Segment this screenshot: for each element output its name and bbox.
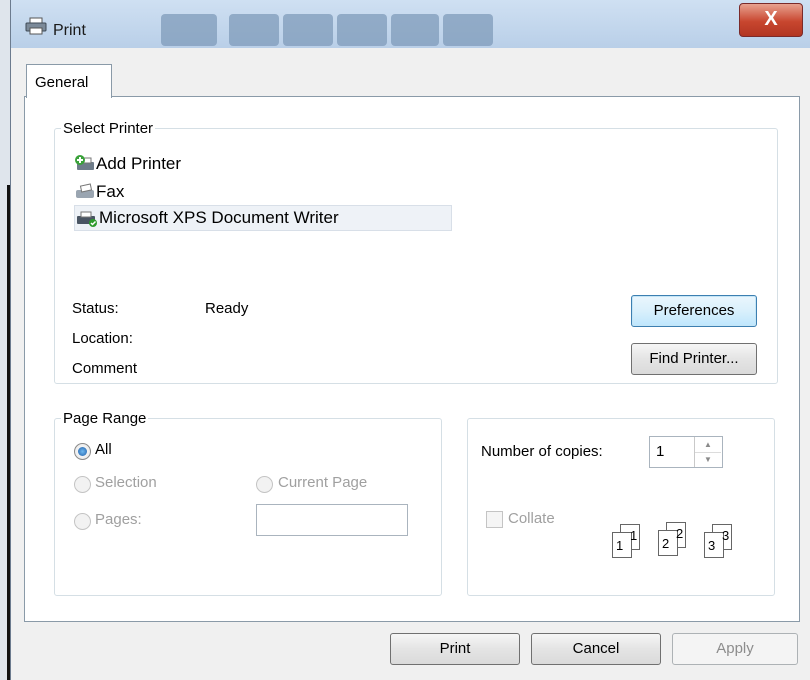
status-value: Ready — [205, 300, 249, 317]
location-label: Location: — [72, 330, 133, 347]
radio-selection-label: Selection — [95, 474, 157, 491]
radio-pages-label: Pages: — [95, 511, 142, 528]
tab-general-label: General — [35, 74, 89, 91]
radio-all-label: All — [95, 441, 112, 458]
printer-item-add-printer[interactable]: Add Printer — [74, 152, 274, 176]
printer-item-xps-document-writer[interactable]: Microsoft XPS Document Writer — [74, 205, 452, 231]
find-printer-button[interactable]: Find Printer... — [631, 343, 757, 375]
close-icon: X — [764, 8, 778, 30]
background-toolbar-blur — [391, 14, 439, 46]
background-toolbar-blur — [229, 14, 279, 46]
spinner-up-icon[interactable]: ▲ — [695, 437, 721, 453]
background-toolbar-blur — [337, 14, 387, 46]
select-printer-legend: Select Printer — [63, 120, 154, 137]
collate-page-number: 1 — [630, 528, 638, 543]
background-toolbar-blur — [161, 14, 217, 46]
collate-page-number: 2 — [676, 526, 684, 541]
title-bar[interactable]: Print X — [11, 0, 810, 48]
close-button[interactable]: X — [739, 3, 803, 37]
window-title: Print — [53, 22, 86, 39]
collate-page-stack-icon: 1 1 — [610, 524, 640, 558]
fax-icon — [74, 183, 96, 206]
collate-page-number: 3 — [722, 528, 730, 543]
collate-page-number: 1 — [616, 538, 624, 553]
background-toolbar-blur — [443, 14, 493, 46]
radio-current-page-label: Current Page — [278, 474, 368, 491]
print-button[interactable]: Print — [390, 633, 520, 665]
copies-spinner-arrows: ▲ ▼ — [694, 437, 721, 467]
collate-illustration: 1 1 2 2 3 3 — [610, 518, 752, 562]
radio-selection[interactable] — [74, 476, 91, 493]
background-window-edge — [0, 0, 10, 680]
collate-page-number: 3 — [708, 538, 716, 553]
page-range-legend: Page Range — [63, 410, 147, 427]
spinner-down-icon[interactable]: ▼ — [695, 452, 721, 467]
radio-pages[interactable] — [74, 513, 91, 530]
printer-item-fax[interactable]: Fax — [74, 180, 194, 204]
cancel-button[interactable]: Cancel — [531, 633, 661, 665]
copies-value: 1 — [656, 443, 665, 460]
printer-icon — [25, 17, 47, 35]
collate-page-number: 2 — [662, 536, 670, 551]
printer-item-label: Microsoft XPS Document Writer — [99, 208, 339, 227]
pages-input[interactable] — [256, 504, 408, 536]
comment-label: Comment — [72, 360, 138, 377]
status-label: Status: — [72, 300, 119, 317]
radio-current-page[interactable] — [256, 476, 273, 493]
xps-printer-icon — [75, 210, 99, 233]
collate-page-stack-icon: 2 2 — [656, 522, 686, 556]
collate-label: Collate — [508, 510, 555, 527]
tab-general[interactable]: General — [26, 64, 112, 98]
copies-spinner[interactable]: 1 ▲ ▼ — [649, 436, 723, 468]
add-printer-icon — [74, 154, 96, 179]
page-range-group: Page Range — [54, 410, 442, 596]
collate-page-stack-icon: 3 3 — [702, 524, 732, 558]
copies-label: Number of copies: — [481, 443, 603, 460]
radio-all[interactable] — [74, 443, 91, 460]
printer-item-label: Add Printer — [96, 154, 182, 173]
collate-checkbox[interactable] — [486, 511, 503, 528]
background-toolbar-blur — [283, 14, 333, 46]
printer-item-label: Fax — [96, 182, 125, 201]
apply-button[interactable]: Apply — [672, 633, 798, 665]
preferences-button[interactable]: Preferences — [631, 295, 757, 327]
